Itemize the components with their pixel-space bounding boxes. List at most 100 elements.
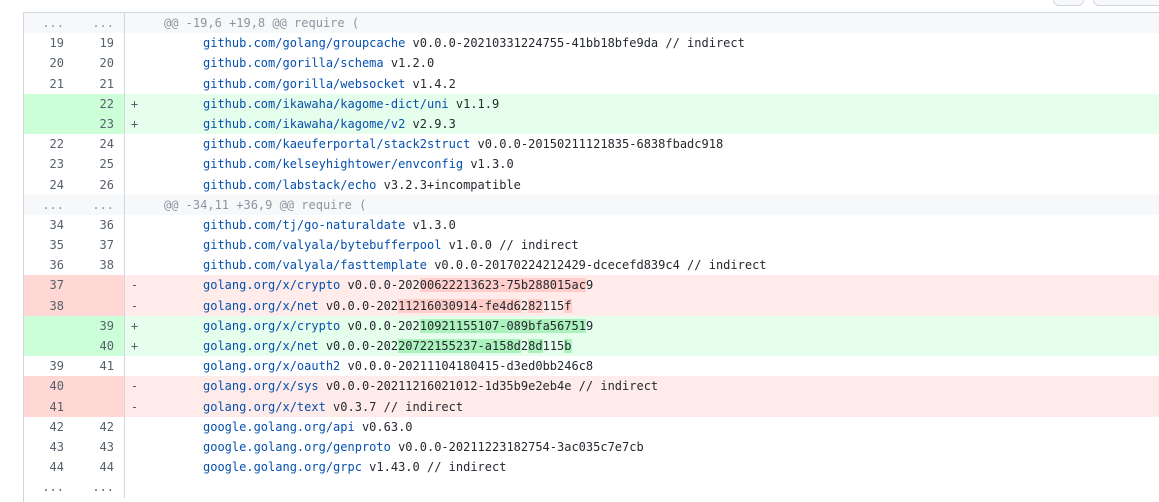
old-line-number[interactable]: 35 bbox=[24, 235, 74, 255]
new-line-number[interactable] bbox=[74, 376, 124, 397]
hunk-header-row: ...... bbox=[24, 477, 1159, 498]
diff-line-context[interactable]: 34 36 github.com/tj/go-naturaldate v1.3.0 bbox=[24, 214, 1159, 236]
old-line-number[interactable] bbox=[24, 93, 74, 114]
new-line-number[interactable]: 22 bbox=[74, 93, 124, 114]
old-line-number[interactable]: 42 bbox=[24, 417, 74, 437]
code-line: github.com/labstack/echo v3.2.3+incompat… bbox=[144, 175, 1159, 195]
new-line-number[interactable]: 26 bbox=[74, 175, 124, 195]
new-line-number[interactable]: 43 bbox=[74, 437, 124, 457]
diff-marker bbox=[124, 416, 144, 437]
module-path: github.com/kaeuferportal/stack2struct bbox=[203, 137, 471, 152]
old-line-number[interactable]: 19 bbox=[24, 33, 74, 53]
diff-line-removed[interactable]: 37- golang.org/x/crypto v0.0.0-2020062221… bbox=[24, 275, 1159, 296]
expand-up-button[interactable]: ... bbox=[24, 195, 74, 215]
old-line-number[interactable]: 22 bbox=[24, 134, 74, 154]
old-line-number[interactable] bbox=[24, 336, 74, 357]
module-path: github.com/labstack/echo bbox=[203, 177, 377, 192]
code-text: v2.9.3 bbox=[405, 116, 456, 131]
code-text: v0.0.0-20210331224755-41bb18bfe9da // in… bbox=[405, 36, 745, 51]
code-line: golang.org/x/net v0.0.0-20220722155237-a… bbox=[144, 336, 1159, 356]
old-line-number[interactable]: 37 bbox=[24, 275, 74, 296]
new-line-number[interactable]: 41 bbox=[74, 356, 124, 376]
toolbar-button[interactable] bbox=[1093, 0, 1159, 6]
old-line-number[interactable] bbox=[24, 113, 74, 135]
new-line-number[interactable]: 23 bbox=[74, 113, 124, 135]
code-text: v1.43.0 // indirect bbox=[361, 460, 507, 475]
changed-chars: 20722155237-a158d bbox=[398, 339, 521, 353]
diff-marker: + bbox=[124, 113, 144, 135]
diff-line-context[interactable]: 24 26 github.com/labstack/echo v3.2.3+inco… bbox=[24, 174, 1159, 195]
code-line: golang.org/x/text v0.3.7 // indirect bbox=[144, 397, 1159, 417]
old-line-number[interactable]: 44 bbox=[24, 457, 74, 477]
diff-line-context[interactable]: 42 42 google.golang.org/api v0.63.0 bbox=[24, 416, 1159, 437]
diff-line-context[interactable]: 43 43 google.golang.org/genproto v0.0.0-20… bbox=[24, 436, 1159, 458]
diff-line-context[interactable]: 21 21 github.com/gorilla/websocket v1.4.2 bbox=[24, 73, 1159, 94]
diff-marker: + bbox=[124, 315, 144, 336]
new-line-number[interactable] bbox=[74, 275, 124, 296]
old-line-number[interactable]: 24 bbox=[24, 175, 74, 195]
new-line-number[interactable]: 25 bbox=[74, 154, 124, 174]
old-line-number[interactable]: 38 bbox=[24, 295, 74, 316]
old-line-number[interactable]: 36 bbox=[24, 255, 74, 275]
module-path: github.com/valyala/bytebufferpool bbox=[203, 238, 442, 253]
new-line-number[interactable] bbox=[74, 295, 124, 316]
code-text: v0.0.0-20211104180415-d3ed0bb246c8 bbox=[340, 359, 594, 374]
code-line: github.com/ikawaha/kagome/v2 v2.9.3 bbox=[144, 114, 1159, 134]
new-line-number[interactable]: 21 bbox=[74, 74, 124, 94]
diff-marker bbox=[124, 53, 144, 74]
diff-line-removed[interactable]: 40- golang.org/x/sys v0.0.0-2021121602101… bbox=[24, 376, 1159, 397]
old-line-number[interactable]: 21 bbox=[24, 74, 74, 94]
diff-line-context[interactable]: 39 41 golang.org/x/oauth2 v0.0.0-202111041… bbox=[24, 356, 1159, 377]
diff-line-added[interactable]: 40 + golang.org/x/net v0.0.0-2022072215523… bbox=[24, 336, 1159, 357]
new-line-number[interactable]: 37 bbox=[74, 235, 124, 255]
new-line-number[interactable]: 40 bbox=[74, 336, 124, 357]
old-line-number[interactable]: 41 bbox=[24, 396, 74, 417]
diff-marker bbox=[124, 154, 144, 175]
module-path: google.golang.org/grpc bbox=[203, 460, 362, 475]
code-text: v0.0.0-202 bbox=[318, 339, 399, 353]
diff-line-context[interactable]: 44 44 google.golang.org/grpc v1.43.0 // in… bbox=[24, 457, 1159, 478]
expand-down-button[interactable]: ... bbox=[74, 13, 124, 33]
code-text: v0.0.0-202 bbox=[340, 318, 420, 333]
new-line-number[interactable]: 36 bbox=[74, 215, 124, 235]
new-line-number[interactable]: 19 bbox=[74, 33, 124, 53]
expand-down-button[interactable]: ... bbox=[74, 477, 124, 497]
diff-line-context[interactable]: 36 38 github.com/valyala/fasttemplate v0.0… bbox=[24, 255, 1159, 276]
diff-line-removed[interactable]: 38- golang.org/x/net v0.0.0-2021121603091… bbox=[24, 295, 1159, 316]
diff-line-context[interactable]: 22 24 github.com/kaeuferportal/stack2struc… bbox=[24, 134, 1159, 155]
diff-line-context[interactable]: 23 25 github.com/kelseyhightower/envconfig… bbox=[24, 154, 1159, 175]
old-line-number[interactable]: 23 bbox=[24, 154, 74, 174]
diff-marker: + bbox=[124, 93, 144, 114]
old-line-number[interactable]: 34 bbox=[24, 215, 74, 235]
code-text: v0.0.0-20150211121835-6838fbadc918 bbox=[470, 137, 724, 152]
diff-line-context[interactable]: 20 20 github.com/gorilla/schema v1.2.0 bbox=[24, 53, 1159, 74]
diff-marker bbox=[124, 356, 144, 377]
new-line-number[interactable]: 42 bbox=[74, 417, 124, 437]
new-line-number[interactable]: 38 bbox=[74, 255, 124, 275]
diff-line-removed[interactable]: 41- golang.org/x/text v0.3.7 // indirect bbox=[24, 396, 1159, 417]
diff-marker: - bbox=[124, 275, 144, 296]
changed-chars: 82 bbox=[528, 298, 543, 313]
diff-line-added[interactable]: 39 + golang.org/x/crypto v0.0.0-2021092115… bbox=[24, 315, 1159, 336]
diff-line-added[interactable]: 23 + github.com/ikawaha/kagome/v2 v2.9.3 bbox=[24, 113, 1159, 135]
new-line-number[interactable]: 39 bbox=[74, 315, 124, 336]
code-line: google.golang.org/genproto v0.0.0-202112… bbox=[144, 437, 1159, 457]
code-text: v1.2.0 bbox=[383, 56, 435, 71]
code-line: github.com/golang/groupcache v0.0.0-2021… bbox=[144, 33, 1159, 53]
old-line-number[interactable]: 39 bbox=[24, 356, 74, 376]
expand-up-button[interactable]: ... bbox=[24, 13, 74, 33]
diff-line-added[interactable]: 22 + github.com/ikawaha/kagome-dict/uni v1… bbox=[24, 93, 1159, 114]
old-line-number[interactable]: 40 bbox=[24, 376, 74, 397]
toolbar-button[interactable] bbox=[1053, 0, 1084, 6]
expand-down-button[interactable]: ... bbox=[74, 195, 124, 215]
diff-line-context[interactable]: 35 37 github.com/valyala/bytebufferpool v1… bbox=[24, 235, 1159, 256]
new-line-number[interactable] bbox=[74, 396, 124, 417]
new-line-number[interactable]: 44 bbox=[74, 457, 124, 477]
old-line-number[interactable] bbox=[24, 315, 74, 336]
new-line-number[interactable]: 24 bbox=[74, 134, 124, 154]
diff-line-context[interactable]: 19 19 github.com/golang/groupcache v0.0.0-… bbox=[24, 33, 1159, 54]
new-line-number[interactable]: 20 bbox=[74, 53, 124, 73]
old-line-number[interactable]: 20 bbox=[24, 53, 74, 73]
old-line-number[interactable]: 43 bbox=[24, 437, 74, 457]
expand-up-button[interactable]: ... bbox=[24, 477, 74, 497]
